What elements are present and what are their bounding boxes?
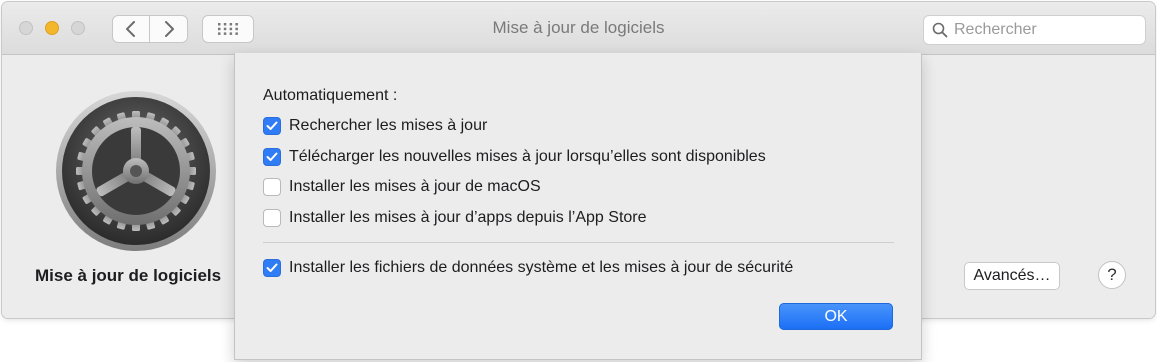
option-label: Rechercher les mises à jour — [289, 117, 488, 134]
checkbox[interactable] — [263, 209, 281, 227]
title-bar: Mise à jour de logiciels Rechercher — [2, 2, 1155, 55]
search-field[interactable]: Rechercher — [923, 15, 1146, 45]
option-download-updates[interactable]: Télécharger les nouvelles mises à jour l… — [263, 147, 766, 167]
checkbox[interactable] — [263, 117, 281, 135]
advanced-button[interactable]: Avancés… — [964, 262, 1060, 290]
sheet-heading: Automatiquement : — [263, 87, 398, 104]
option-label: Télécharger les nouvelles mises à jour l… — [289, 148, 766, 165]
search-placeholder: Rechercher — [954, 21, 1037, 38]
option-label: Installer les mises à jour de macOS — [289, 178, 541, 195]
checkbox[interactable] — [263, 178, 281, 196]
search-icon — [932, 22, 948, 38]
option-install-security-updates[interactable]: Installer les fichiers de données systèm… — [263, 258, 793, 278]
divider — [263, 242, 894, 243]
help-button[interactable]: ? — [1098, 261, 1126, 289]
option-label: Installer les fichiers de données systèm… — [289, 259, 794, 276]
ok-button[interactable]: OK — [779, 303, 893, 330]
software-update-gear-icon — [56, 91, 216, 251]
pane-label: Mise à jour de logiciels — [35, 266, 222, 285]
checkbox[interactable] — [263, 259, 281, 277]
checkbox[interactable] — [263, 148, 281, 166]
option-install-macos-updates[interactable]: Installer les mises à jour de macOS — [263, 177, 541, 197]
option-install-app-updates[interactable]: Installer les mises à jour d’apps depuis… — [263, 208, 647, 228]
option-label: Installer les mises à jour d’apps depuis… — [289, 209, 647, 226]
checkmark-icon — [266, 152, 278, 161]
automatic-updates-sheet: Automatiquement : Rechercher les mises à… — [234, 53, 922, 360]
checkmark-icon — [266, 263, 278, 272]
checkmark-icon — [266, 121, 278, 130]
option-check-updates[interactable]: Rechercher les mises à jour — [263, 116, 487, 136]
